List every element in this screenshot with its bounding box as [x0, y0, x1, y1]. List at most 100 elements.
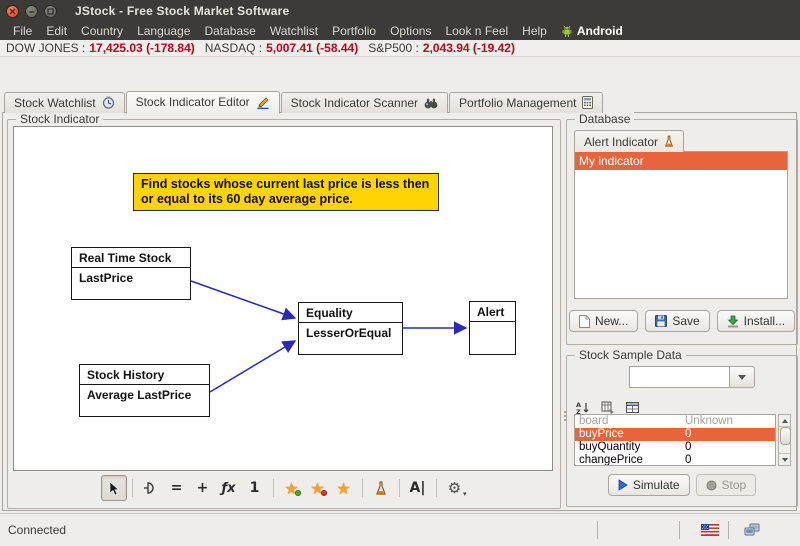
table-row-changeprice[interactable]: changePrice 0 [575, 454, 775, 466]
table-view-button[interactable] [625, 400, 641, 415]
sort-az-button[interactable]: A Z [575, 400, 591, 415]
stock-combo-input[interactable] [629, 366, 729, 388]
menu-options[interactable]: Options [383, 24, 438, 38]
network-status-icon[interactable] [744, 523, 760, 542]
node-stock-history[interactable]: Stock History Average LastPrice [79, 364, 210, 417]
menubar: File Edit Country Language Database Watc… [0, 22, 800, 40]
tab-stock-indicator-scanner-label: Stock Indicator Scanner [290, 95, 419, 110]
menu-database[interactable]: Database [197, 24, 262, 38]
menu-help[interactable]: Help [515, 24, 554, 38]
install-download-icon [727, 315, 739, 327]
list-item-my-indicator[interactable]: My indicator [575, 152, 787, 170]
row-key: buyQuantity [579, 441, 641, 453]
tab-alert-indicator-label: Alert Indicator [584, 134, 659, 149]
android-icon [562, 25, 572, 37]
ticker-value-nasdaq: 5,007.41 (-58.44) [266, 41, 359, 55]
new-button[interactable]: New... [568, 310, 639, 332]
country-flag-icon[interactable] [701, 523, 719, 541]
main-tabs: Stock Watchlist Stock Indicator Editor S… [4, 90, 604, 114]
tab-portfolio-management[interactable]: Portfolio Management [449, 92, 604, 113]
menu-edit[interactable]: Edit [39, 24, 74, 38]
jstock-window: JStock - Free Stock Market Software File… [0, 0, 800, 546]
calculator-icon [582, 96, 594, 109]
new-document-icon [578, 314, 590, 328]
simulate-buttons: Simulate Stop [567, 474, 797, 496]
column-settings-button[interactable] [600, 400, 616, 415]
menu-looknfeel[interactable]: Look n Feel [438, 24, 515, 38]
tab-stock-indicator-editor-label: Stock Indicator Editor [135, 95, 250, 109]
window-close-button[interactable] [6, 4, 19, 18]
function-icon: ƒx [221, 480, 236, 496]
stock-combo-dropdown-button[interactable] [729, 366, 755, 388]
pointer-tool-button[interactable] [100, 475, 127, 501]
star-remove-tool-button[interactable]: ★ [305, 475, 331, 501]
menu-country[interactable]: Country [74, 24, 130, 38]
node-real-time-stock-title: Real Time Stock [72, 248, 190, 268]
window-minimize-button[interactable] [25, 4, 38, 18]
flask-icon [375, 480, 386, 495]
red-dot-icon [320, 490, 327, 496]
window-maximize-button[interactable] [44, 4, 57, 18]
ticker-label-dowjones: DOW JONES : [6, 41, 86, 55]
row-value: 0 [685, 454, 692, 466]
editor-toolbar: = + ƒx 1 ★ ★ ★ A| ⚙ ▾ [8, 474, 560, 502]
row-key: buyPrice [579, 428, 624, 440]
star-add-tool-button[interactable]: ★ [279, 475, 305, 501]
simulate-button[interactable]: Simulate [607, 474, 690, 496]
binoculars-icon [424, 98, 438, 108]
indicator-list[interactable]: My indicator [574, 151, 788, 299]
indicator-canvas[interactable]: Find stocks whose current last price is … [13, 126, 553, 471]
pointer-icon [109, 480, 119, 495]
table-scrollbar[interactable] [778, 414, 791, 466]
table-row-board[interactable]: board Unknown [575, 415, 775, 428]
green-dot-icon [294, 490, 301, 496]
chevron-down-icon: ▾ [462, 490, 467, 498]
alert-tool-button[interactable] [368, 475, 394, 501]
stop-button[interactable]: Stop [695, 474, 757, 496]
node-real-time-stock[interactable]: Real Time Stock LastPrice [71, 247, 191, 300]
toolbar-separator [361, 479, 363, 497]
node-alert-title: Alert [470, 302, 515, 322]
arithmetic-tool-button[interactable]: + [190, 475, 216, 501]
install-button[interactable]: Install... [716, 310, 796, 332]
number-one-icon: 1 [249, 480, 260, 496]
sample-data-table[interactable]: board Unknown buyPrice 0 buyQuantity 0 c… [574, 414, 776, 466]
scroll-up-button[interactable] [779, 415, 790, 427]
function-tool-button[interactable]: ƒx [216, 475, 242, 501]
gear-icon: ⚙ [447, 479, 462, 497]
node-equality[interactable]: Equality LesserOrEqual [298, 302, 403, 355]
menu-android[interactable]: Android [554, 24, 630, 38]
menu-language[interactable]: Language [130, 24, 197, 38]
grid-icon [601, 401, 614, 414]
table-row-buyquantity[interactable]: buyQuantity 0 [575, 441, 775, 454]
window-title: JStock - Free Stock Market Software [75, 4, 290, 18]
tab-alert-indicator[interactable]: Alert Indicator [574, 130, 685, 152]
statusbar-separator [728, 521, 729, 539]
menu-file[interactable]: File [6, 24, 39, 38]
constant-tool-button[interactable]: 1 [242, 475, 268, 501]
row-value: 0 [685, 441, 692, 453]
stock-combo [629, 366, 755, 388]
text-tool-button[interactable]: A| [405, 475, 431, 501]
stock-indicator-panel-title: Stock Indicator [16, 112, 104, 126]
node-alert[interactable]: Alert [469, 301, 516, 355]
scrollbar-thumb[interactable] [780, 427, 791, 445]
node-real-time-stock-body: LastPrice [79, 271, 134, 285]
tab-stock-watchlist[interactable]: Stock Watchlist [4, 92, 125, 113]
menu-portfolio[interactable]: Portfolio [325, 24, 383, 38]
scroll-down-button[interactable] [779, 453, 790, 465]
flask-icon [664, 135, 674, 147]
tab-stock-indicator-scanner[interactable]: Stock Indicator Scanner [280, 92, 449, 113]
table-row-buyprice[interactable]: buyPrice 0 [575, 428, 775, 441]
play-icon [618, 479, 628, 491]
annotation-note[interactable]: Find stocks whose current last price is … [133, 173, 439, 211]
equality-tool-button[interactable]: = [164, 475, 190, 501]
statusbar: Connected [0, 513, 800, 546]
star-tool-button[interactable]: ★ [331, 475, 357, 501]
settings-tool-button[interactable]: ⚙ ▾ [442, 475, 468, 501]
menu-watchlist[interactable]: Watchlist [263, 24, 325, 38]
tab-stock-indicator-editor[interactable]: Stock Indicator Editor [125, 91, 280, 114]
operator-tool-button[interactable] [138, 475, 164, 501]
sample-data-toolbar: A Z [575, 400, 641, 415]
save-button[interactable]: Save [645, 310, 710, 332]
